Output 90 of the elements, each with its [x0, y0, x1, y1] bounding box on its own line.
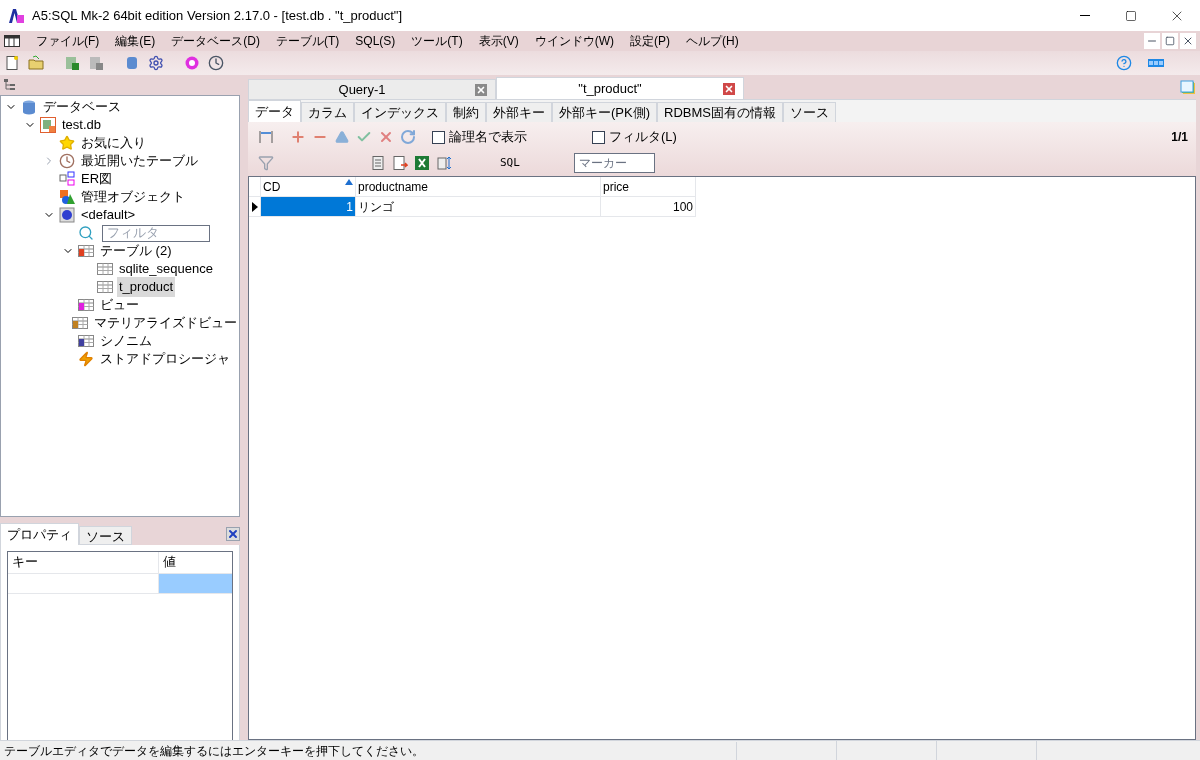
star-icon: [59, 135, 75, 151]
table-group-icon: [78, 243, 94, 259]
globe-icon: [59, 207, 75, 223]
lightning-icon: [78, 351, 94, 367]
table-cell[interactable]: 1: [261, 197, 356, 217]
diagram-icon: [59, 171, 75, 187]
help-icon[interactable]: [1114, 53, 1134, 73]
tree-item[interactable]: 管理オブジェクト: [79, 187, 187, 207]
window-title: A5:SQL Mk-2 64bit edition Version 2.17.0 - [test.db . "t_product"]: [32, 6, 403, 25]
table-cell[interactable]: 100: [601, 197, 696, 217]
column-header: キー: [8, 552, 159, 573]
checkbox-label: 論理名で表示: [449, 128, 527, 147]
content-tab[interactable]: インデックス: [354, 102, 446, 122]
database-icon: [21, 99, 37, 115]
tree-item[interactable]: ER図: [79, 169, 115, 189]
content-tab[interactable]: 外部キー(PK側): [552, 102, 657, 122]
panel-tab[interactable]: プロパティ: [0, 523, 79, 545]
sql-button[interactable]: SQL: [496, 154, 524, 172]
tree-item[interactable]: test.db: [60, 115, 104, 135]
tree-item[interactable]: ビュー: [98, 295, 141, 315]
synonym-icon: [78, 333, 94, 349]
settings-icon[interactable]: [146, 53, 166, 73]
column-header: 値: [162, 553, 177, 571]
filter-icon[interactable]: [256, 153, 276, 173]
tree-item[interactable]: マテリアライズドビュー: [92, 313, 239, 333]
content-tab[interactable]: RDBMS固有の情報: [657, 102, 783, 122]
close-tab-icon[interactable]: [723, 82, 735, 95]
menu-item[interactable]: テーブル(T): [268, 32, 348, 50]
column-header[interactable]: price: [601, 177, 696, 197]
filter-field[interactable]: フィルタ: [102, 224, 210, 242]
tree-item[interactable]: t_product: [117, 277, 176, 297]
tree-item[interactable]: データベース: [41, 97, 123, 117]
database-file-icon: [40, 117, 56, 133]
mdi-close-button[interactable]: [1180, 33, 1196, 49]
table-menu-icon[interactable]: [4, 35, 20, 47]
tree-item[interactable]: テーブル (2): [98, 241, 174, 261]
tree-item[interactable]: sqlite_sequence: [117, 259, 215, 279]
close-icon: [227, 528, 239, 540]
search-icon: [78, 225, 94, 241]
document-tab[interactable]: Query-1: [248, 79, 496, 99]
tree-item[interactable]: 最近開いたテーブル: [79, 151, 200, 171]
menu-item[interactable]: 設定(P): [622, 32, 678, 50]
folders-icon[interactable]: [1180, 79, 1196, 95]
export-document-icon[interactable]: [390, 153, 410, 173]
document-tab[interactable]: "t_product": [496, 77, 744, 99]
panel-tab[interactable]: ソース: [79, 526, 132, 545]
shapes-icon: [59, 189, 75, 205]
tree-item[interactable]: シノニム: [98, 331, 154, 351]
table-icon: [97, 261, 113, 277]
table-icon: [97, 279, 113, 295]
menu-item[interactable]: ヘルプ(H): [678, 32, 747, 50]
clock-icon: [59, 153, 75, 169]
tree-item[interactable]: ストアドプロシージャ: [98, 349, 232, 369]
app-logo-icon: [8, 7, 24, 24]
selected-cell[interactable]: [159, 574, 232, 593]
status-text: テーブルエディタでデータを編集するにはエンターキーを押下してください。: [0, 741, 737, 760]
refresh-icon[interactable]: [398, 127, 418, 147]
content-tab[interactable]: 外部キー: [486, 102, 552, 122]
menu-item[interactable]: データベース(D): [163, 32, 268, 50]
menu-item[interactable]: 編集(E): [107, 32, 164, 50]
column-header[interactable]: productname: [356, 177, 601, 197]
view-icon: [78, 297, 94, 313]
spreadsheet-icon[interactable]: [412, 153, 432, 173]
tree-item[interactable]: お気に入り: [79, 133, 148, 153]
checkbox-label: フィルタ(L): [609, 128, 677, 147]
tree-view-icon[interactable]: [4, 79, 16, 91]
tree-item[interactable]: <default>: [79, 205, 138, 225]
clock-icon[interactable]: [206, 53, 226, 73]
close-panel-button[interactable]: [226, 527, 240, 541]
menu-item[interactable]: SQL(S): [347, 32, 404, 50]
menu-item[interactable]: ツール(T): [403, 32, 471, 50]
mdi-minimize-button[interactable]: [1144, 33, 1160, 49]
checkbox[interactable]: [432, 130, 445, 144]
view-icon: [72, 315, 88, 331]
content-tab[interactable]: データ: [248, 100, 301, 122]
page-indicator: 1/1: [1171, 129, 1188, 146]
restore-icon: [1165, 36, 1175, 46]
minimize-icon: [1080, 15, 1090, 16]
menu-item[interactable]: 表示(V): [470, 32, 527, 50]
content-tab[interactable]: ソース: [782, 102, 836, 122]
maximize-icon: [1125, 9, 1137, 22]
checkbox[interactable]: [592, 130, 605, 144]
content-tab[interactable]: カラム: [301, 102, 354, 122]
content-tab[interactable]: 制約: [446, 102, 486, 122]
menu-item[interactable]: ファイル(F): [28, 32, 108, 50]
marker-field[interactable]: マーカー: [573, 153, 655, 173]
table-cell[interactable]: リンゴ: [356, 197, 601, 217]
menu-item[interactable]: ウインドウ(W): [526, 32, 622, 50]
close-icon: [1182, 35, 1194, 47]
close-tab-icon[interactable]: [475, 83, 487, 96]
